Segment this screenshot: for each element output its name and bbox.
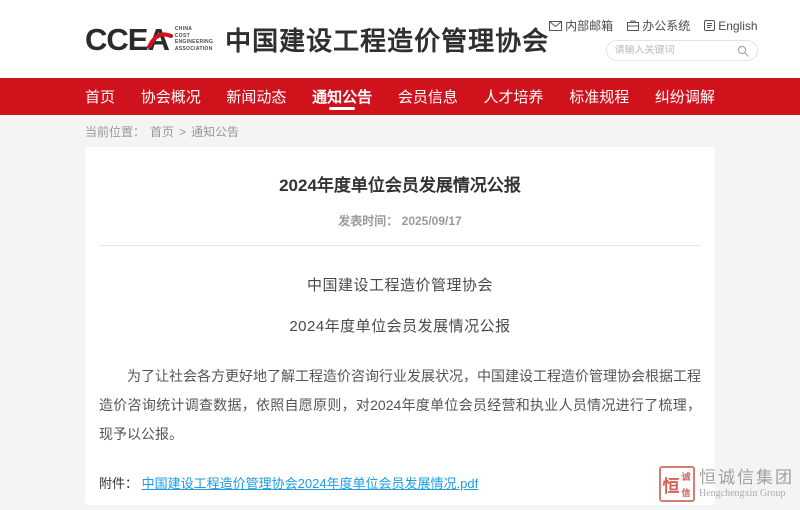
book-icon (704, 20, 715, 31)
seal-char: 诚 (680, 468, 692, 484)
seal-char: 恒 (662, 468, 680, 500)
nav-item-news[interactable]: 新闻动态 (226, 78, 286, 115)
doc-heading-line2: 2024年度单位会员发展情况公报 (99, 315, 701, 336)
english-link[interactable]: English (704, 19, 757, 33)
mail-icon (549, 21, 562, 31)
nav-item-training[interactable]: 人才培养 (484, 78, 544, 115)
doc-paragraph: 为了让社会各方更好地了解工程造价咨询行业发展状况，中国建设工程造价管理协会根据工… (99, 362, 701, 449)
main-nav: 首页 协会概况 新闻动态 通知公告 会员信息 人才培养 标准规程 纠纷调解 (0, 78, 800, 115)
quick-link-label: 内部邮箱 (565, 17, 613, 34)
office-system-link[interactable]: 办公系统 (627, 17, 690, 34)
nav-item-home[interactable]: 首页 (85, 78, 115, 115)
breadcrumb-prefix: 当前位置： (85, 123, 145, 140)
search-box (606, 40, 758, 61)
article-title: 2024年度单位会员发展情况公报 (99, 171, 701, 196)
watermark-name-en: Hengchengxin Group (699, 488, 794, 500)
logo-sub-line: ASSOCIATION (175, 46, 213, 53)
logo-subtitle: CHINA COST ENGINEERING ASSOCIATION (175, 26, 213, 52)
article-card: 2024年度单位会员发展情况公报 发表时间： 2025/09/17 中国建设工程… (85, 147, 715, 505)
quick-link-label: English (718, 19, 757, 33)
publish-time-value: 2025/09/17 (402, 214, 462, 228)
attachment-label: 附件： (99, 476, 138, 491)
quick-link-label: 办公系统 (642, 17, 690, 34)
logo-ccea-text: CCEA (85, 24, 169, 55)
nav-inner: 首页 协会概况 新闻动态 通知公告 会员信息 人才培养 标准规程 纠纷调解 (85, 78, 715, 115)
logo-text: CCEA (85, 22, 169, 57)
nav-item-members[interactable]: 会员信息 (398, 78, 458, 115)
breadcrumb-home-link[interactable]: 首页 (150, 123, 174, 140)
title-divider (99, 245, 701, 246)
quick-links: 内部邮箱 办公系统 English (549, 17, 757, 34)
nav-item-mediation[interactable]: 纠纷调解 (655, 78, 715, 115)
header-right: 内部邮箱 办公系统 English (549, 17, 757, 61)
doc-heading-line1: 中国建设工程造价管理协会 (99, 274, 701, 295)
seal-char: 信 (680, 484, 692, 500)
nav-item-about[interactable]: 协会概况 (141, 78, 201, 115)
watermark-text: 恒诚信集团 Hengchengxin Group (699, 468, 794, 499)
nav-item-notices[interactable]: 通知公告 (312, 78, 372, 115)
breadcrumb-separator: > (179, 125, 186, 139)
site-header: CCEA CHINA COST ENGINEERING ASSOCIATION … (0, 0, 800, 78)
attachment-pdf-link[interactable]: 中国建设工程造价管理协会2024年度单位会员发展情况.pdf (142, 476, 479, 491)
breadcrumb-current: 通知公告 (191, 123, 239, 140)
search-icon (737, 45, 749, 57)
search-input[interactable] (615, 45, 737, 56)
site-title: 中国建设工程造价管理协会 (225, 21, 549, 58)
attachment-row: 附件： 中国建设工程造价管理协会2024年度单位会员发展情况.pdf (99, 473, 701, 492)
publish-time-row: 发表时间： 2025/09/17 (99, 212, 701, 229)
watermark-name: 恒诚信集团 (699, 468, 794, 488)
hengchengxin-seal-icon: 恒 诚 信 (659, 466, 695, 502)
breadcrumb: 当前位置： 首页 > 通知公告 (0, 115, 800, 147)
briefcase-icon (627, 20, 639, 31)
search-button[interactable] (737, 45, 749, 57)
site-logo[interactable]: CCEA CHINA COST ENGINEERING ASSOCIATION … (85, 21, 549, 58)
nav-item-standards[interactable]: 标准规程 (569, 78, 629, 115)
watermark: 恒 诚 信 恒诚信集团 Hengchengxin Group (659, 466, 794, 502)
publish-time-label: 发表时间： (338, 214, 398, 228)
internal-mail-link[interactable]: 内部邮箱 (549, 17, 613, 34)
